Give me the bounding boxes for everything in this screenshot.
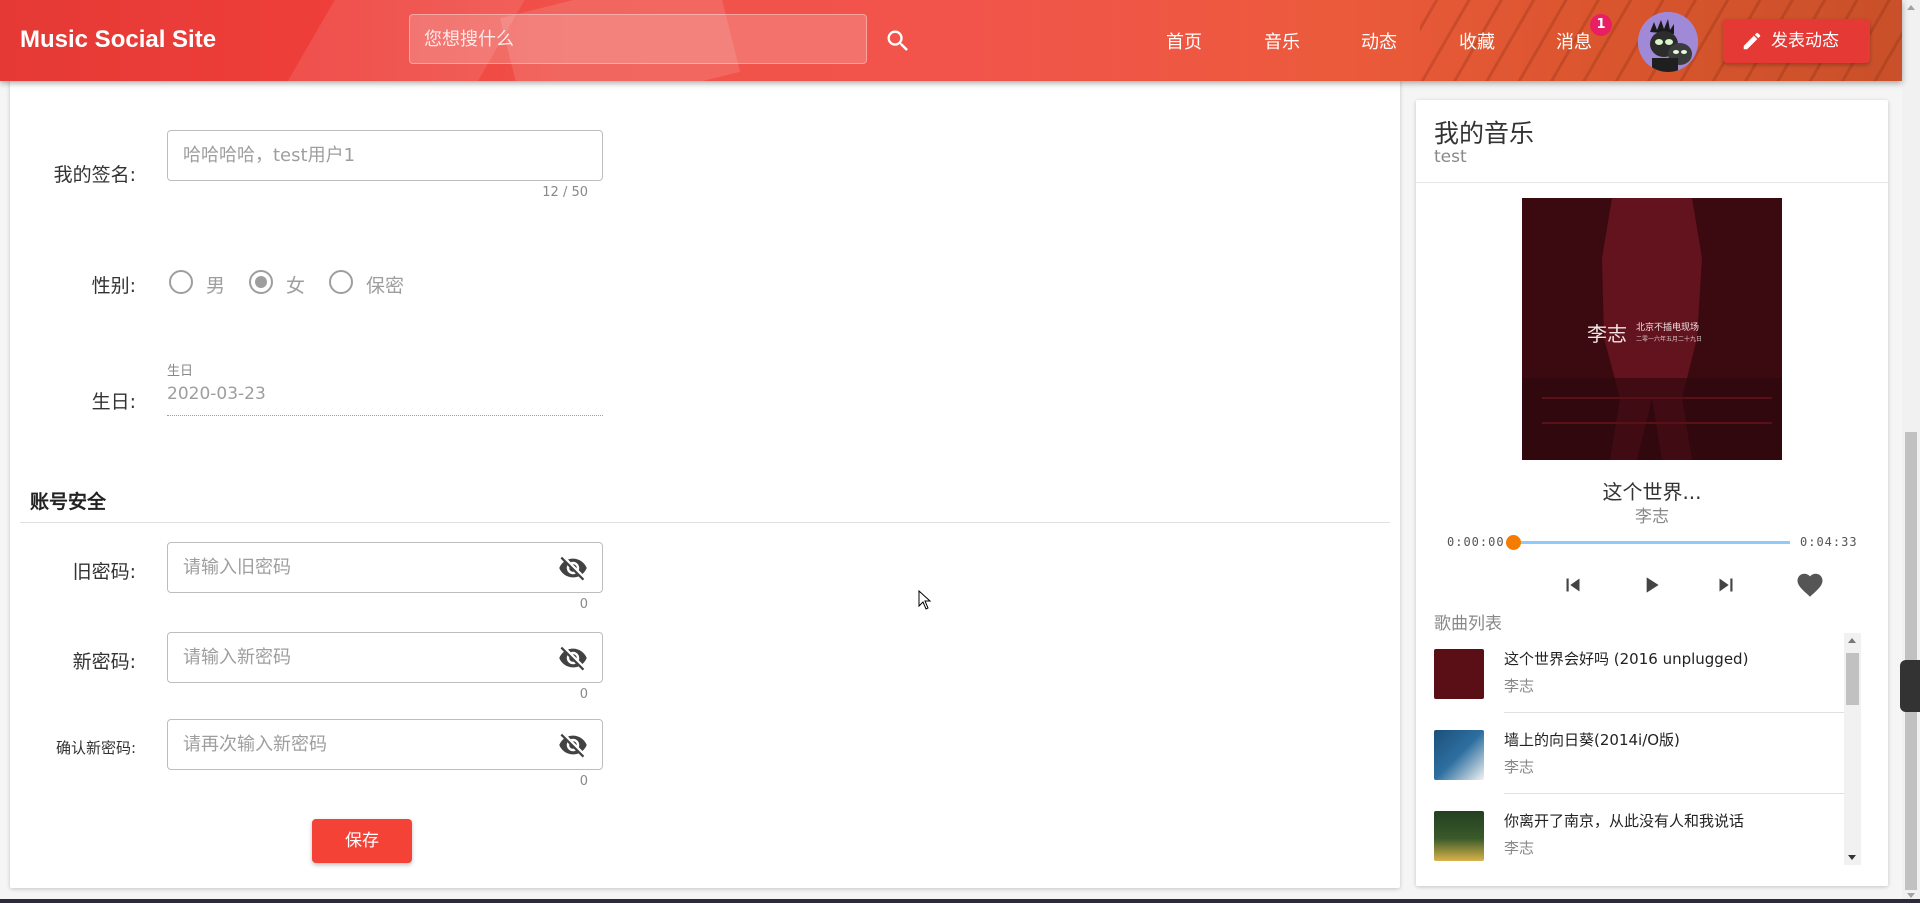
previous-icon[interactable] xyxy=(1560,572,1586,598)
progress-thumb[interactable] xyxy=(1506,535,1521,550)
new-password-input[interactable] xyxy=(168,633,602,682)
save-button[interactable]: 保存 xyxy=(312,819,412,863)
confirm-password-field[interactable] xyxy=(167,719,603,770)
playlist: 这个世界会好吗 (2016 unplugged) 李志 墙上的向日葵(2014i… xyxy=(1434,633,1844,865)
new-password-counter: 0 xyxy=(579,687,588,702)
playlist-song-artist: 李志 xyxy=(1504,677,1535,695)
gender-radio-female[interactable] xyxy=(249,270,273,294)
time-current: 0:00:00 xyxy=(1447,535,1505,549)
post-status-button[interactable]: 发表动态 xyxy=(1723,19,1870,63)
site-brand[interactable]: Music Social Site xyxy=(20,26,216,54)
visibility-off-icon[interactable] xyxy=(558,643,588,673)
playlist-song-title: 墙上的向日葵(2014i/O版) xyxy=(1504,731,1680,749)
signature-input[interactable] xyxy=(168,131,602,180)
scroll-up-arrow-icon[interactable] xyxy=(1848,638,1856,643)
new-password-field[interactable] xyxy=(167,632,603,683)
playlist-song-artist: 李志 xyxy=(1504,758,1535,776)
cover-album-text: 北京不插电现场 xyxy=(1636,323,1700,333)
security-section-title: 账号安全 xyxy=(30,491,107,513)
playlist-song-artist: 李志 xyxy=(1504,839,1535,857)
play-icon[interactable] xyxy=(1638,572,1664,598)
playlist-scrollbar[interactable] xyxy=(1844,633,1861,865)
search-box[interactable] xyxy=(409,14,867,64)
playlist-item[interactable]: 你离开了南京，从此没有人和我说话 李志 xyxy=(1434,795,1844,865)
confirm-password-counter: 0 xyxy=(579,774,588,789)
search-input[interactable] xyxy=(410,15,866,63)
progress-track[interactable] xyxy=(1512,541,1790,544)
signature-field[interactable] xyxy=(167,130,603,181)
new-password-label: 新密码: xyxy=(72,651,136,673)
old-password-input[interactable] xyxy=(168,543,602,592)
scroll-up-arrow-icon[interactable] xyxy=(1907,5,1915,10)
old-password-field[interactable] xyxy=(167,542,603,593)
page-scrollbar[interactable] xyxy=(1902,0,1920,903)
song-thumbnail xyxy=(1434,649,1484,699)
visibility-off-icon[interactable] xyxy=(558,730,588,760)
album-cover: 李志 北京不插电现场 二零一六年五月二十九日 xyxy=(1522,198,1782,460)
cover-date-text: 二零一六年五月二十九日 xyxy=(1636,336,1703,343)
gender-option-female: 女 xyxy=(286,275,306,297)
current-song-artist: 李志 xyxy=(1635,507,1669,527)
old-password-label: 旧密码: xyxy=(72,561,136,583)
gender-option-male: 男 xyxy=(206,275,226,297)
confirm-password-label: 确认新密码: xyxy=(55,739,136,757)
gender-radio-male[interactable] xyxy=(169,270,193,294)
playlist-label: 歌曲列表 xyxy=(1434,614,1502,634)
birthday-field[interactable]: 2020-03-23 xyxy=(167,384,603,416)
playlist-song-title: 你离开了南京，从此没有人和我说话 xyxy=(1504,812,1745,830)
nav-feed[interactable]: 动态 xyxy=(1361,28,1397,54)
signature-label: 我的签名: xyxy=(53,164,136,186)
cover-artist-text: 李志 xyxy=(1587,322,1627,346)
avatar-image xyxy=(1638,12,1698,72)
playlist-item[interactable]: 墙上的向日葵(2014i/O版) 李志 xyxy=(1434,714,1844,794)
search-icon[interactable] xyxy=(884,27,912,55)
post-status-label: 发表动态 xyxy=(1771,31,1839,51)
section-divider xyxy=(20,522,1390,523)
list-divider xyxy=(1504,793,1844,794)
nav-music[interactable]: 音乐 xyxy=(1264,28,1300,54)
taskbar-strip xyxy=(0,899,1920,903)
user-avatar[interactable] xyxy=(1638,12,1698,72)
card-divider xyxy=(1416,182,1888,183)
pencil-icon xyxy=(1743,32,1761,50)
my-music-title: 我的音乐 xyxy=(1434,119,1535,148)
old-password-counter: 0 xyxy=(579,597,588,612)
next-icon[interactable] xyxy=(1713,572,1739,598)
nav-home[interactable]: 首页 xyxy=(1166,28,1202,54)
gender-radio-secret[interactable] xyxy=(329,270,353,294)
visibility-off-icon[interactable] xyxy=(558,553,588,583)
nav-messages[interactable]: 消息 xyxy=(1556,28,1592,54)
confirm-password-input[interactable] xyxy=(168,720,602,769)
signature-counter: 12 / 50 xyxy=(542,185,588,200)
list-divider xyxy=(1504,712,1844,713)
nav-favorites[interactable]: 收藏 xyxy=(1459,28,1495,54)
birthday-label: 生日: xyxy=(91,391,136,413)
playlist-scroll-thumb[interactable] xyxy=(1846,653,1859,705)
message-count-badge: 1 xyxy=(1590,14,1612,36)
scroll-down-arrow-icon[interactable] xyxy=(1848,855,1856,860)
playlist-item[interactable]: 这个世界会好吗 (2016 unplugged) 李志 xyxy=(1434,633,1844,713)
song-thumbnail xyxy=(1434,730,1484,780)
scroll-down-arrow-icon[interactable] xyxy=(1907,893,1915,898)
my-music-username: test xyxy=(1434,147,1467,167)
side-widget-tab[interactable] xyxy=(1900,660,1920,712)
song-thumbnail xyxy=(1434,811,1484,861)
mouse-cursor-icon xyxy=(918,589,932,614)
gender-label: 性别: xyxy=(91,275,136,297)
top-app-bar: Music Social Site 首页 音乐 动态 收藏 消息 1 发表动态 xyxy=(0,0,1902,81)
heart-icon[interactable] xyxy=(1795,570,1825,600)
current-song-title: 这个世界... xyxy=(1602,480,1702,504)
playlist-song-title: 这个世界会好吗 (2016 unplugged) xyxy=(1504,650,1749,668)
gender-option-secret: 保密 xyxy=(366,275,405,297)
birthday-floating-label: 生日 xyxy=(167,364,194,379)
time-total: 0:04:33 xyxy=(1800,535,1858,549)
